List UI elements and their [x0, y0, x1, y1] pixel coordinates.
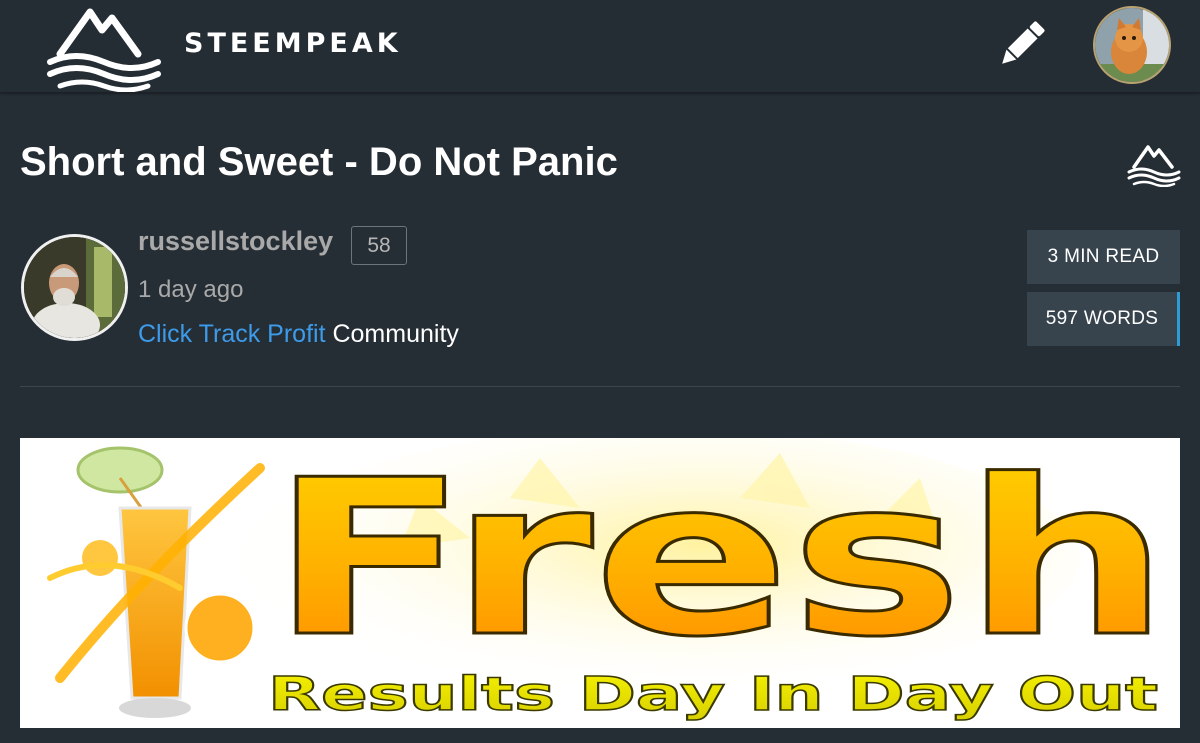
banner-tagline: Results Day In Day Out — [268, 667, 1158, 721]
steempeak-mini-logo-icon — [1127, 145, 1181, 187]
post-title: Short and Sweet - Do Not Panic — [20, 140, 618, 184]
word-count-badge: 597 WORDS — [1027, 292, 1180, 346]
community-link[interactable]: Click Track Profit — [138, 320, 326, 348]
community-suffix: Community — [325, 320, 459, 348]
author-name-link[interactable]: russellstockley — [138, 226, 333, 257]
top-navbar: STEEMPEAK — [0, 0, 1200, 93]
reputation-badge: 58 — [351, 226, 407, 265]
pencil-icon[interactable] — [994, 16, 1050, 72]
fresh-banner-graphic: Fresh Results Day In Day Out — [20, 438, 1180, 728]
kitten-avatar-icon — [1095, 8, 1169, 82]
read-time-badge: 3 MIN READ — [1027, 230, 1180, 284]
author-avatar[interactable] — [21, 234, 128, 341]
divider — [20, 386, 1180, 387]
steempeak-logo-icon[interactable] — [46, 6, 162, 92]
author-portrait-icon — [24, 237, 125, 338]
brand-name[interactable]: STEEMPEAK — [184, 28, 402, 59]
community-line: Click Track Profit Community — [138, 320, 459, 349]
user-avatar[interactable] — [1093, 6, 1171, 84]
banner-headline: Fresh — [270, 438, 1170, 684]
post-timestamp: 1 day ago — [138, 276, 244, 303]
post-banner-image: Fresh Results Day In Day Out — [20, 438, 1180, 728]
